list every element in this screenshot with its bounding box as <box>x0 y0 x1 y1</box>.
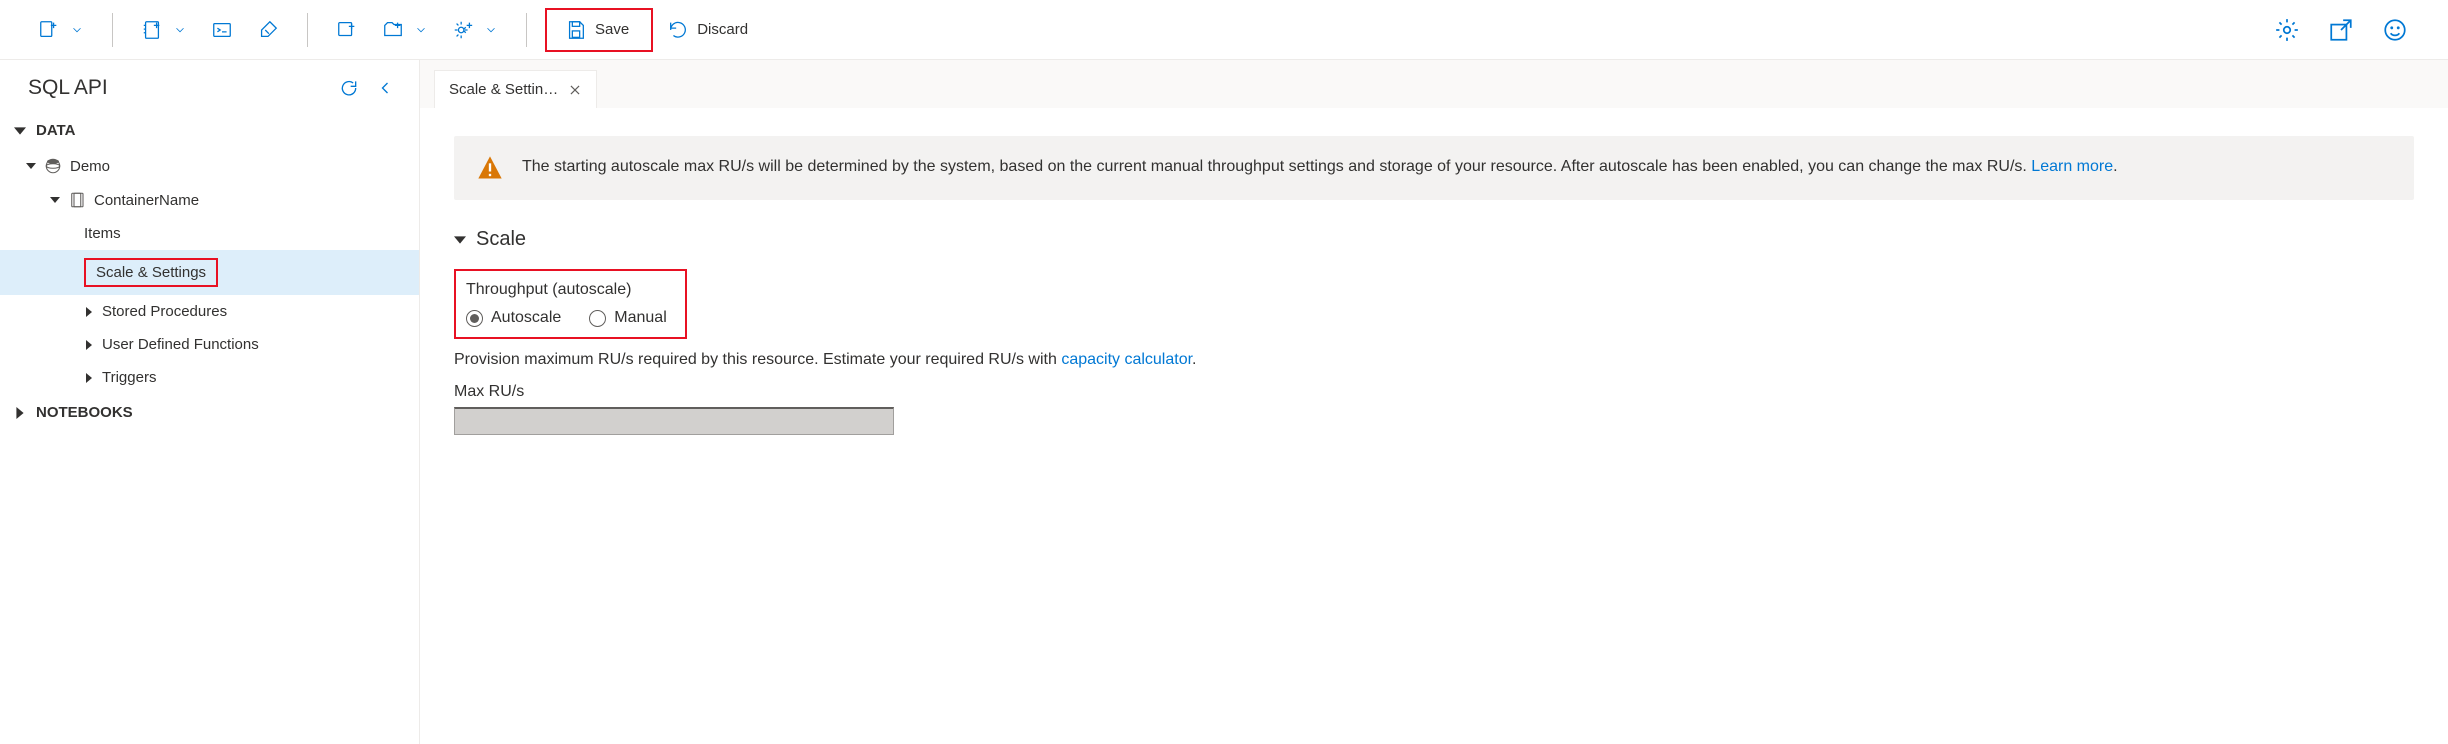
throughput-label: Throughput (autoscale) <box>466 281 667 299</box>
settings-button[interactable] <box>442 12 508 48</box>
max-rus-label: Max RU/s <box>454 383 2414 401</box>
provision-desc-2: . <box>1192 351 1196 368</box>
container-icon <box>68 191 86 209</box>
save-button-highlight: Save <box>545 8 653 52</box>
alert-body: The starting autoscale max RU/s will be … <box>522 158 2031 175</box>
toolbar-separator <box>112 13 113 47</box>
popout-icon[interactable] <box>2328 17 2354 43</box>
tree-item-udf[interactable]: User Defined Functions <box>0 328 419 361</box>
radio-manual[interactable]: Manual <box>589 309 666 327</box>
capacity-calculator-link[interactable]: capacity calculator <box>1061 351 1192 368</box>
autoscale-alert: The starting autoscale max RU/s will be … <box>454 136 2414 200</box>
tree-item-triggers[interactable]: Triggers <box>0 361 419 394</box>
max-rus-input[interactable] <box>454 407 894 435</box>
sidebar: SQL API DATA Demo ContainerName Items <box>0 60 420 744</box>
tree-item-items[interactable]: Items <box>0 217 419 250</box>
tree-item-scale-settings-label: Scale & Settings <box>96 264 206 281</box>
tree-item-stored-procedures[interactable]: Stored Procedures <box>0 295 419 328</box>
provision-description: Provision maximum RU/s required by this … <box>454 351 2414 369</box>
throughput-highlight: Throughput (autoscale) Autoscale Manual <box>454 269 687 339</box>
alert-period: . <box>2113 158 2117 175</box>
tree-item-triggers-label: Triggers <box>102 369 156 386</box>
tree-item-stored-procedures-label: Stored Procedures <box>102 303 227 320</box>
gear-icon[interactable] <box>2274 17 2300 43</box>
warning-icon <box>476 154 504 182</box>
collapse-panel-icon[interactable] <box>375 78 395 98</box>
radio-button-icon <box>466 310 483 327</box>
save-button[interactable]: Save <box>555 12 639 48</box>
throughput-radio-group: Autoscale Manual <box>466 309 667 327</box>
terminal-button[interactable] <box>201 12 243 48</box>
scale-section-label: Scale <box>476 228 526 251</box>
tree-item-udf-label: User Defined Functions <box>102 336 259 353</box>
scale-section-header[interactable]: Scale <box>454 228 2414 251</box>
content: Scale & Settin… The starting autoscale m… <box>420 60 2448 744</box>
provision-desc-1: Provision maximum RU/s required by this … <box>454 351 1061 368</box>
container-node[interactable]: ContainerName <box>0 183 419 217</box>
sidebar-header: SQL API <box>0 60 419 112</box>
radio-manual-label: Manual <box>614 309 666 327</box>
discard-button[interactable]: Discard <box>657 12 758 48</box>
section-notebooks-label: NOTEBOOKS <box>36 404 133 421</box>
refresh-icon[interactable] <box>339 78 359 98</box>
database-label: Demo <box>70 158 110 175</box>
section-notebooks[interactable]: NOTEBOOKS <box>0 394 419 431</box>
new-notebook-button[interactable] <box>131 12 197 48</box>
container-label: ContainerName <box>94 192 199 209</box>
database-icon <box>44 157 62 175</box>
open-folder-button[interactable] <box>372 12 438 48</box>
scale-settings-highlight: Scale & Settings <box>84 258 218 287</box>
discard-label: Discard <box>697 21 748 38</box>
section-data[interactable]: DATA <box>0 112 419 149</box>
new-sql-query-button[interactable] <box>28 12 94 48</box>
tabstrip: Scale & Settin… <box>420 60 2448 108</box>
clear-button[interactable] <box>247 12 289 48</box>
database-node[interactable]: Demo <box>0 149 419 183</box>
toolbar: Save Discard <box>0 0 2448 60</box>
section-data-label: DATA <box>36 122 75 139</box>
radio-autoscale[interactable]: Autoscale <box>466 309 561 327</box>
learn-more-link[interactable]: Learn more <box>2031 158 2113 175</box>
radio-autoscale-label: Autoscale <box>491 309 561 327</box>
radio-button-icon <box>589 310 606 327</box>
save-label: Save <box>595 21 629 38</box>
toolbar-separator <box>526 13 527 47</box>
tab-scale-settings[interactable]: Scale & Settin… <box>434 70 597 108</box>
tree-item-items-label: Items <box>84 225 121 242</box>
resource-tree: DATA Demo ContainerName Items Scale & Se… <box>0 112 419 431</box>
tab-scale-settings-label: Scale & Settin… <box>449 81 558 98</box>
alert-text: The starting autoscale max RU/s will be … <box>522 154 2118 182</box>
toolbar-separator <box>307 13 308 47</box>
close-icon[interactable] <box>568 83 582 97</box>
panel: The starting autoscale max RU/s will be … <box>420 108 2448 744</box>
tree-item-scale-settings[interactable]: Scale & Settings <box>0 250 419 295</box>
sidebar-title: SQL API <box>28 76 323 100</box>
new-item-button[interactable] <box>326 12 368 48</box>
feedback-smile-icon[interactable] <box>2382 17 2408 43</box>
